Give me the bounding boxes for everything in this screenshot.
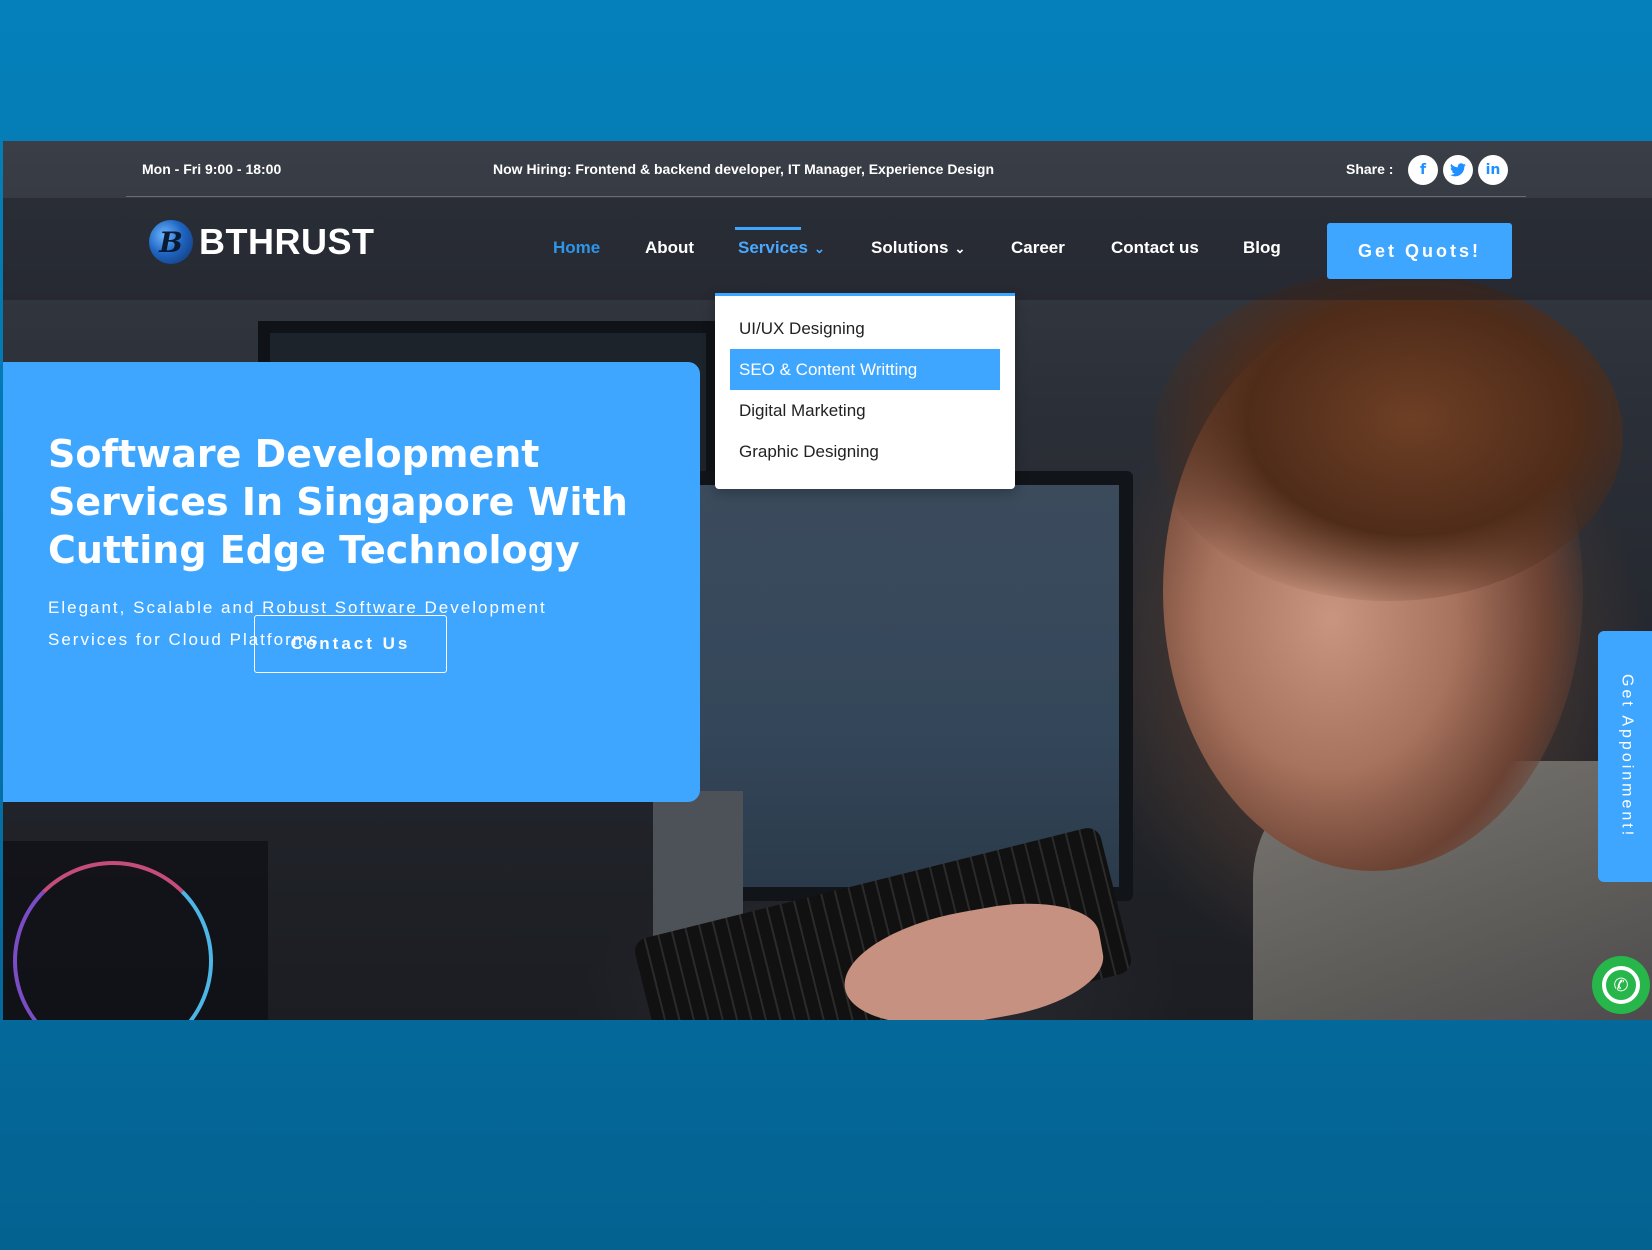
nav-career[interactable]: Career [1011,238,1065,258]
logo-mark-icon: B [149,220,193,264]
whatsapp-icon: ✆ [1602,966,1640,1004]
linkedin-icon[interactable]: in [1478,155,1508,185]
nav-services[interactable]: Services ⌄ [738,238,825,258]
twitter-icon[interactable] [1443,155,1473,185]
nav-solutions[interactable]: Solutions ⌄ [871,238,965,258]
share-label: Share : [1346,161,1394,177]
dropdown-item-digital-marketing[interactable]: Digital Marketing [730,390,1000,431]
main-navbar: B BTHRUST Home About Services ⌄ Solutions… [3,198,1652,300]
dropdown-item-uiux[interactable]: UI/UX Designing [730,308,1000,349]
dropdown-item-graphic-design[interactable]: Graphic Designing [730,431,1000,472]
nav-active-underline [735,227,801,230]
nav-services-label: Services [738,238,808,257]
get-quote-button[interactable]: Get Quots! [1327,223,1512,279]
nav-contact[interactable]: Contact us [1111,238,1199,258]
chevron-down-icon: ⌄ [954,241,966,256]
site-logo[interactable]: B BTHRUST [149,220,374,264]
get-appointment-label: Get Appoinment! [1618,674,1636,839]
services-dropdown: UI/UX Designing SEO & Content Writting D… [715,293,1015,489]
hero-card: Software Development Services In Singapo… [3,362,700,802]
contact-us-button[interactable]: Contact Us [254,615,447,673]
nav-solutions-label: Solutions [871,238,949,257]
chevron-down-icon: ⌄ [813,241,825,256]
background-person-hair [1153,271,1623,601]
nav-blog[interactable]: Blog [1243,238,1281,258]
get-appointment-tab[interactable]: Get Appoinment! [1598,631,1652,882]
facebook-icon[interactable]: f [1408,155,1438,185]
logo-text: BTHRUST [199,221,375,262]
hiring-notice[interactable]: Now Hiring: Frontend & backend developer… [493,161,994,177]
nav-home[interactable]: Home [553,238,600,258]
whatsapp-button[interactable]: ✆ [1592,956,1650,1014]
nav-about[interactable]: About [645,238,694,258]
dropdown-item-seo[interactable]: SEO & Content Writting [730,349,1000,390]
business-hours: Mon - Fri 9:00 - 18:00 [142,161,282,177]
website-viewport: Mon - Fri 9:00 - 18:00 Now Hiring: Front… [3,141,1652,1020]
top-info-bar: Mon - Fri 9:00 - 18:00 Now Hiring: Front… [126,141,1526,197]
hero-title: Software Development Services In Singapo… [48,432,628,572]
